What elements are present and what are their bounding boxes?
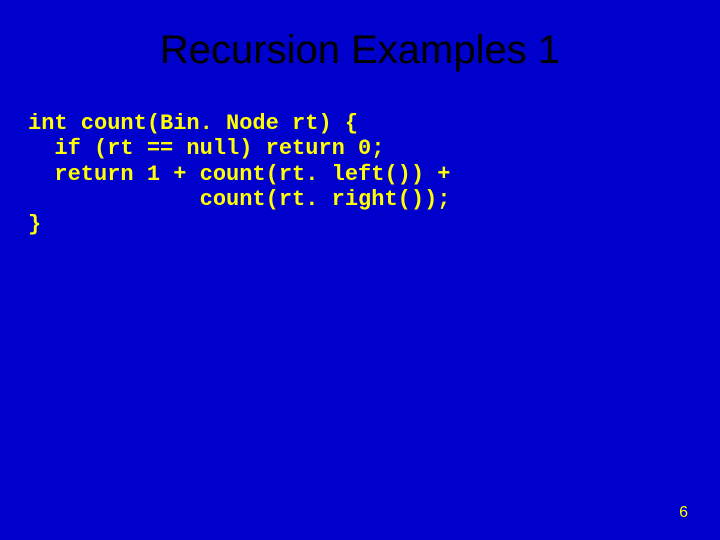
code-block: int count(Bin. Node rt) { if (rt == null… — [28, 111, 720, 237]
slide-title: Recursion Examples 1 — [0, 0, 720, 73]
page-number: 6 — [679, 504, 688, 522]
